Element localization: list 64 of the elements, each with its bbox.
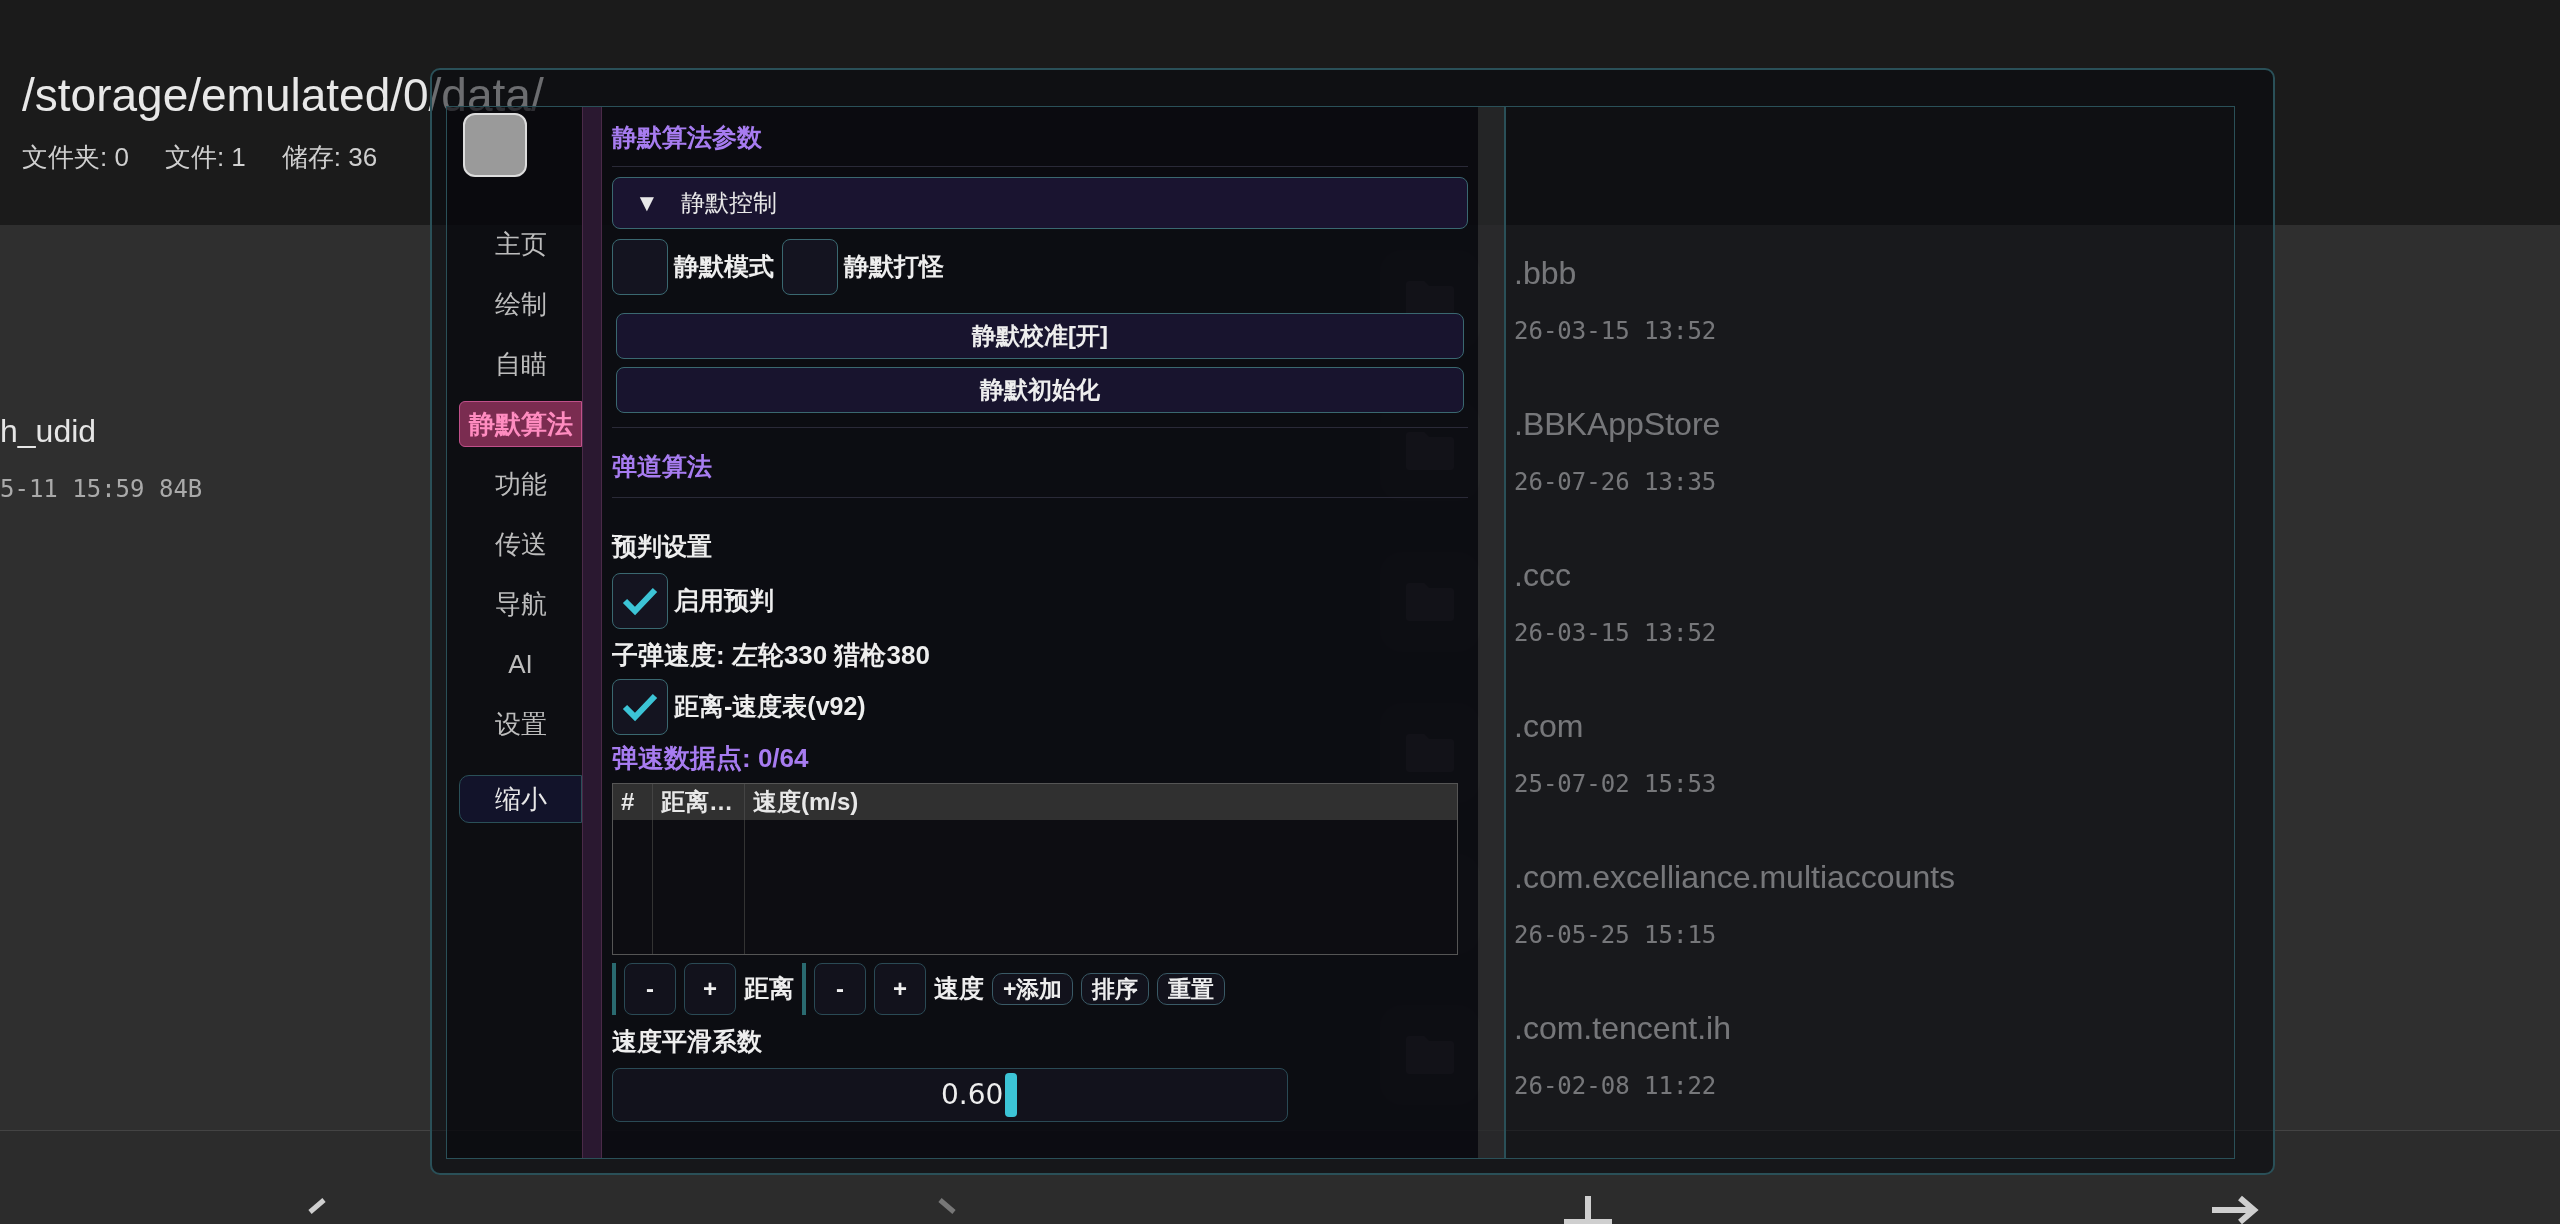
bullet-speed-text: 子弹速度: 左轮330 猎枪380 xyxy=(612,639,931,672)
pill-button[interactable]: +添加 xyxy=(992,973,1074,1005)
checkbox-label: 距离-速度表(v92) xyxy=(674,691,866,723)
slider-value: 0.60 xyxy=(941,1077,1004,1113)
nav-tab[interactable]: 传送 xyxy=(459,521,582,567)
section-title: 弹道算法 xyxy=(612,454,713,479)
step-button[interactable]: + xyxy=(684,963,736,1015)
collapse-button[interactable]: 缩小 xyxy=(459,775,582,823)
checkbox-label: 启用预判 xyxy=(674,585,774,617)
file-date: 26-03-15 13:52 xyxy=(1514,319,1717,344)
nav-tab[interactable]: 自瞄 xyxy=(459,341,582,387)
column-header: 速度(m/s) xyxy=(752,787,860,817)
nav-tab[interactable]: AI xyxy=(459,641,582,687)
slider-thumb[interactable] xyxy=(1005,1073,1018,1117)
checkbox[interactable] xyxy=(782,239,838,295)
file-meta: 5-11 15:59 84B xyxy=(0,477,203,501)
column-header: # xyxy=(613,784,653,820)
step-button[interactable]: + xyxy=(874,963,926,1015)
pill-button[interactable]: 排序 xyxy=(1081,973,1150,1005)
nav-tab[interactable]: 功能 xyxy=(459,461,582,507)
step-button[interactable]: - xyxy=(814,963,866,1015)
file-date: 25-07-02 15:53 xyxy=(1514,771,1717,796)
file-name: .BBKAppStore xyxy=(1514,408,1721,441)
nav-tab[interactable]: 绘制 xyxy=(459,281,582,327)
file-date: 26-05-25 15:15 xyxy=(1514,922,1718,947)
caret-icon: ▼ xyxy=(635,185,659,221)
file-date: 26-02-08 11:22 xyxy=(1514,1073,1718,1098)
action-button[interactable]: 静默校准[开] xyxy=(616,313,1464,359)
storage-stat: 储存: 36 xyxy=(281,144,378,170)
file-name: .bbb xyxy=(1514,257,1578,290)
checkbox[interactable] xyxy=(612,679,668,735)
checkbox-label: 静默打怪 xyxy=(844,251,944,283)
nav-tab[interactable]: 静默算法 xyxy=(459,401,582,447)
storage-stat: 文件夹: 0 xyxy=(22,144,129,170)
collapsible-header[interactable]: ▼ 静默控制 xyxy=(612,177,1468,229)
group-label: 静默控制 xyxy=(680,188,777,218)
file-name: .com.tencent.ih xyxy=(1514,1011,1731,1044)
slider-label: 速度平滑系数 xyxy=(612,1029,763,1054)
checkbox-label: 静默模式 xyxy=(674,251,774,283)
nav-tab[interactable]: 导航 xyxy=(459,581,582,627)
section-title: 静默算法参数 xyxy=(612,125,763,150)
nav-tab[interactable]: 设置 xyxy=(459,701,582,747)
file-name: .com.excelliance.multiaccounts xyxy=(1514,860,1956,893)
subsection-label: 预判设置 xyxy=(612,534,713,559)
file-name: h_udid xyxy=(0,415,97,447)
step-button[interactable]: - xyxy=(624,963,676,1015)
scrollbar[interactable] xyxy=(1478,107,1504,1158)
file-name: .ccc xyxy=(1514,559,1572,592)
file-date: 26-07-26 13:35 xyxy=(1514,470,1718,495)
checkmark-icon xyxy=(622,692,658,722)
checkbox[interactable] xyxy=(612,573,668,629)
control-label: 速度 xyxy=(934,973,984,1005)
storage-stat: 文件: 1 xyxy=(164,144,246,170)
checkmark-icon xyxy=(622,586,658,616)
control-label: 距离 xyxy=(744,973,794,1005)
file-date: 26-03-15 13:52 xyxy=(1514,621,1717,646)
file-name: .com xyxy=(1514,709,1585,742)
checkbox[interactable] xyxy=(612,239,668,295)
slider[interactable]: 0.60 xyxy=(612,1068,1288,1122)
data-points-count: 弹速数据点: 0/64 xyxy=(612,742,810,775)
column-header: 距离… xyxy=(653,784,745,820)
pill-button[interactable]: 重置 xyxy=(1157,973,1226,1005)
action-button[interactable]: 静默初始化 xyxy=(616,367,1464,413)
nav-tab[interactable]: 主页 xyxy=(459,221,582,267)
